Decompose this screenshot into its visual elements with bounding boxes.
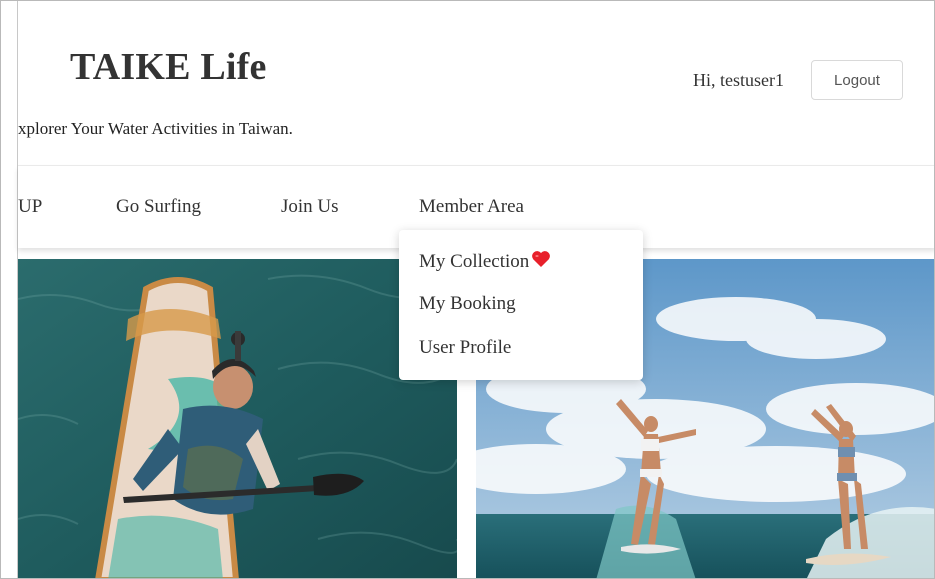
site-tagline: xplorer Your Water Activities in Taiwan. (18, 119, 293, 138)
site-header: TAIKE Life xplorer Your Water Activities… (18, 1, 934, 165)
member-area-dropdown: My Collection My Booking User Profile (399, 230, 643, 380)
nav-item-go-surfing[interactable]: Go Surfing (116, 196, 201, 218)
brand-title[interactable]: TAIKE Life (70, 45, 267, 89)
menu-item-user-profile[interactable]: User Profile (419, 337, 511, 359)
nav-item-member-area[interactable]: Member Area (419, 196, 524, 218)
nav-item-join-us[interactable]: Join Us (281, 196, 339, 218)
sup-photo[interactable] (18, 259, 457, 578)
sup-illustration (18, 259, 457, 578)
user-greeting: Hi, testuser1 (693, 70, 784, 90)
logout-button[interactable]: Logout (811, 60, 903, 100)
heart-icon (531, 250, 551, 274)
nav-item-sup[interactable]: UP (18, 196, 42, 218)
menu-item-my-collection[interactable]: My Collection (419, 250, 551, 274)
menu-item-my-booking[interactable]: My Booking (419, 293, 516, 315)
page-frame: TAIKE Life xplorer Your Water Activities… (0, 0, 935, 579)
menu-item-label: My Collection (419, 251, 530, 272)
